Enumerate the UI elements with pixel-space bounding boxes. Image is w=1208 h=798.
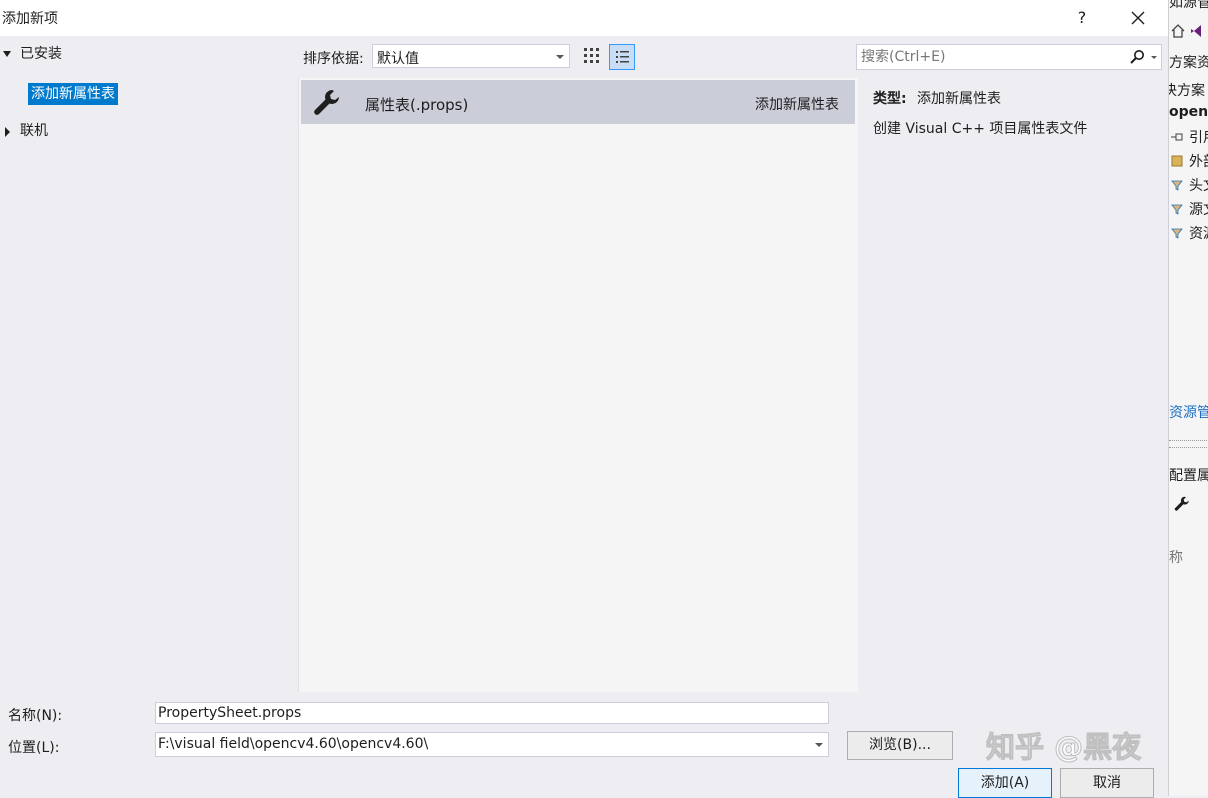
background-text: 如源管 <box>1169 0 1208 11</box>
watermark-text: 知乎 @黑夜 <box>986 730 1142 764</box>
title-bar: 添加新项 ? <box>0 0 1168 36</box>
search-box[interactable] <box>856 44 1162 70</box>
background-tab-text: 资源管 <box>1169 405 1208 421</box>
visual-studio-icon <box>1191 25 1201 37</box>
add-new-item-dialog: 添加新项 ? 已安装 添加新属性表 联机 排序依据: 默认值 属性表(.prop… <box>0 0 1168 798</box>
background-text: 源文 <box>1189 202 1208 218</box>
filter-folder-icon <box>1171 228 1183 239</box>
wrench-icon <box>1174 496 1189 511</box>
filter-folder-icon <box>1171 204 1183 215</box>
detail-type-label: 类型: <box>873 91 907 107</box>
template-list: 属性表(.props) 添加新属性表 <box>298 78 858 692</box>
add-button[interactable]: 添加(A) <box>958 768 1052 798</box>
background-text: 方案资 <box>1169 55 1208 71</box>
background-text: 配置属 <box>1169 468 1208 484</box>
close-icon <box>1131 11 1145 25</box>
external-deps-icon <box>1171 155 1183 167</box>
chevron-down-icon[interactable] <box>815 743 823 747</box>
chevron-down-icon[interactable] <box>1151 56 1157 59</box>
zhihu-watermark: 知乎 @黑夜 <box>986 726 1180 766</box>
location-label: 位置(L): <box>8 740 60 756</box>
name-field[interactable] <box>155 702 829 724</box>
collapsed-arrow-icon[interactable] <box>5 127 10 137</box>
tree-item-installed[interactable]: 已安装 <box>0 42 290 66</box>
tree-item-add-property-sheet[interactable]: 添加新属性表 <box>28 82 118 106</box>
list-view-icon <box>616 51 629 63</box>
list-view-button[interactable] <box>609 44 635 70</box>
detail-description: 创建 Visual C++ 项目属性表文件 <box>873 121 1088 137</box>
dialog-title: 添加新项 <box>2 11 58 27</box>
detail-type-value: 添加新属性表 <box>917 91 1001 107</box>
background-text: 称 <box>1169 550 1183 566</box>
template-name: 属性表(.props) <box>365 96 469 114</box>
search-input[interactable] <box>861 47 1121 67</box>
grid-view-button[interactable] <box>580 44 604 68</box>
location-value: F:\visual field\opencv4.60\opencv4.60\ <box>158 736 429 752</box>
grid-view-icon <box>584 48 599 63</box>
background-text: openc <box>1169 104 1208 120</box>
watermark-graphic: 知乎 @黑夜 <box>986 730 1143 765</box>
name-input[interactable] <box>158 704 818 722</box>
category-tree: 已安装 添加新属性表 联机 <box>0 36 298 696</box>
cancel-button[interactable]: 取消 <box>1060 768 1154 798</box>
search-icon[interactable] <box>1129 49 1145 65</box>
tree-item-label: 联机 <box>20 123 48 139</box>
location-combo[interactable]: F:\visual field\opencv4.60\opencv4.60\ <box>155 732 829 757</box>
tree-item-online[interactable]: 联机 <box>0 119 290 143</box>
sort-label: 排序依据: <box>303 51 364 67</box>
expanded-arrow-icon[interactable] <box>3 51 11 57</box>
background-text: 外部 <box>1189 154 1208 170</box>
splitter-grip <box>1169 440 1208 448</box>
tree-item-label: 添加新属性表 <box>28 83 118 105</box>
background-text: 资源 <box>1189 226 1208 242</box>
reference-icon <box>1171 133 1183 141</box>
template-item[interactable]: 属性表(.props) 添加新属性表 <box>301 80 855 124</box>
home-icon <box>1171 24 1185 38</box>
name-label: 名称(N): <box>8 708 63 724</box>
help-button[interactable]: ? <box>1068 4 1096 32</box>
template-category: 添加新属性表 <box>755 97 839 113</box>
close-button[interactable] <box>1124 4 1152 32</box>
tree-item-label: 已安装 <box>20 46 62 62</box>
chevron-down-icon <box>556 55 564 59</box>
filter-folder-icon <box>1171 180 1183 191</box>
background-text: 决方案 <box>1169 83 1205 99</box>
sort-dropdown[interactable]: 默认值 <box>372 44 570 68</box>
solution-explorer-background: 如源管 方案资 决方案 openc 引用 外部 头文 源文 资源 资源管 配置属… <box>1168 0 1208 796</box>
browse-button[interactable]: 浏览(B)... <box>847 731 953 760</box>
sort-dropdown-value: 默认值 <box>377 51 419 67</box>
background-text: 头文 <box>1189 178 1208 194</box>
background-text: 引用 <box>1189 130 1208 146</box>
wrench-icon <box>314 90 339 115</box>
